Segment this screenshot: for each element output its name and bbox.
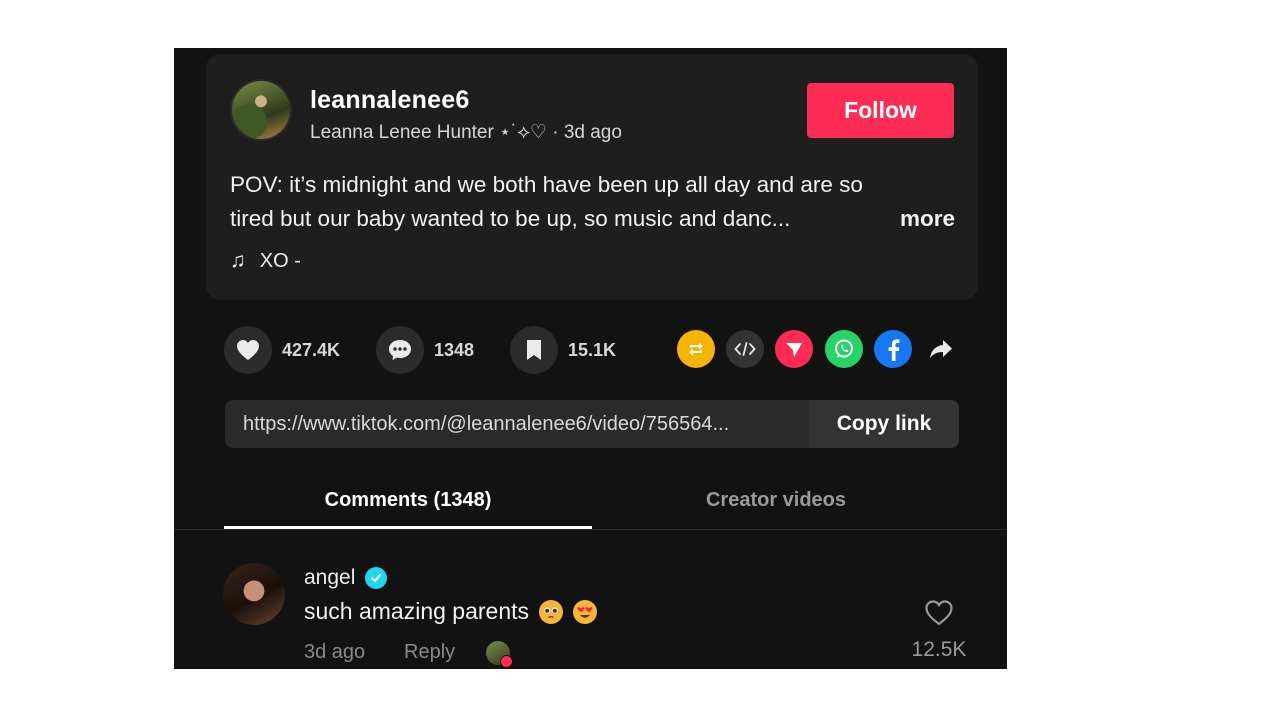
comment-like-button[interactable] (924, 599, 954, 629)
more-share-button[interactable] (922, 330, 960, 368)
music-link[interactable]: ♫ XO - (230, 249, 301, 273)
comment-icon (389, 340, 411, 360)
tab-comments[interactable]: Comments (1348) (224, 472, 592, 529)
save-button[interactable] (510, 326, 558, 374)
embed-button[interactable] (726, 330, 764, 368)
heart-eyes-emoji-icon (573, 599, 598, 624)
comment-button[interactable] (376, 326, 424, 374)
comment-text-row: such amazing parents (304, 598, 598, 625)
author-display-name[interactable]: Leanna Lenee Hunter ⋆˙⟡♡ (310, 122, 547, 143)
commenter-avatar[interactable] (223, 563, 285, 625)
verified-badge-icon (365, 567, 388, 589)
author-avatar[interactable] (230, 79, 292, 141)
post-info-card: leannalenee6 Leanna Lenee Hunter ⋆˙⟡♡ · … (206, 54, 978, 300)
like-count: 427.4K (282, 339, 341, 360)
post-caption: POV: it’s midnight and we both have been… (230, 168, 955, 236)
meta-separator: · (552, 122, 559, 143)
share-link-box: https://www.tiktok.com/@leannalenee6/vid… (225, 400, 959, 448)
creator-liked-avatar-icon (486, 641, 513, 668)
video-detail-panel: leannalenee6 Leanna Lenee Hunter ⋆˙⟡♡ · … (174, 48, 1007, 669)
repost-icon (689, 342, 703, 356)
commenter-name-row: angel (304, 566, 388, 590)
caption-more-link[interactable]: more (900, 202, 955, 236)
post-time: 3d ago (563, 122, 622, 143)
video-link-url[interactable]: https://www.tiktok.com/@leannalenee6/vid… (243, 400, 798, 448)
comment-item: angel such amazing parents 3d ago Reply … (174, 553, 1007, 669)
comment-like-count: 12.5K (911, 638, 967, 661)
content-tabs: Comments (1348) Creator videos (174, 472, 1007, 530)
save-stat: 15.1K (510, 326, 616, 374)
comment-text: such amazing parents (304, 598, 530, 624)
like-button[interactable] (224, 326, 272, 374)
follow-button[interactable]: Follow (807, 83, 954, 138)
save-count: 15.1K (568, 339, 617, 360)
music-note-icon: ♫ (230, 249, 246, 272)
caption-line-1: POV: it’s midnight and we both have been… (230, 172, 863, 197)
author-meta: Leanna Lenee Hunter ⋆˙⟡♡ · 3d ago (310, 121, 622, 144)
caption-line-2-wrap: tired but our baby wanted to be up, so m… (230, 202, 955, 236)
like-stat: 427.4K (224, 326, 340, 374)
send-icon (786, 343, 802, 357)
facebook-share-button[interactable] (874, 330, 912, 368)
commenter-name[interactable]: angel (304, 566, 355, 590)
whatsapp-icon (835, 339, 853, 358)
repost-button[interactable] (677, 330, 715, 368)
whatsapp-share-button[interactable] (825, 330, 863, 368)
author-username[interactable]: leannalenee6 (310, 86, 469, 115)
copy-link-button[interactable]: Copy link (809, 400, 959, 448)
heart-icon (237, 340, 259, 360)
music-title[interactable]: XO - (260, 250, 301, 273)
share-arrow-icon (930, 340, 952, 358)
comment-count: 1348 (434, 339, 475, 360)
send-to-friends-button[interactable] (775, 330, 813, 368)
comment-reply-button[interactable]: Reply (404, 641, 455, 664)
comment-stat: 1348 (376, 326, 474, 374)
bookmark-icon (527, 340, 541, 360)
heart-outline-icon (925, 600, 953, 626)
caption-line-2: tired but our baby wanted to be up, so m… (230, 206, 791, 231)
embed-icon (734, 342, 756, 356)
pleading-face-emoji-icon (539, 599, 564, 624)
facebook-icon (888, 339, 900, 361)
comment-time: 3d ago (304, 641, 366, 663)
tab-creator-videos[interactable]: Creator videos (592, 472, 960, 529)
